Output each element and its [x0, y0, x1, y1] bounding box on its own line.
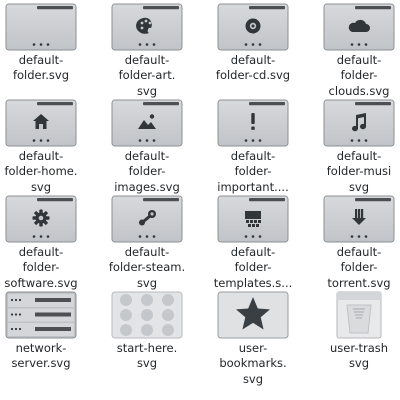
file-name-line: clouds.svg — [328, 83, 390, 98]
file-name-line: svg — [136, 83, 158, 98]
file-item[interactable]: default-folder-software.svg — [0, 195, 93, 291]
file-name-line: svg — [348, 356, 370, 371]
file-name-label: user-bookmarks. svg — [201, 341, 305, 387]
file-name-line: software.svg — [4, 275, 78, 290]
file-name-label: default-folder-cd.svg — [201, 53, 305, 84]
file-name-label: default-folder-art. svg — [95, 53, 199, 99]
file-name-label: default-folder-software.svg — [0, 245, 93, 291]
file-name-line: folder- — [128, 164, 166, 179]
folder-images-icon — [111, 99, 183, 147]
file-name-label: default-folder-home. svg — [0, 149, 93, 195]
file-name-label: default-folder-images.svg — [95, 149, 199, 195]
user-bookmarks-icon — [217, 291, 289, 339]
file-name-label: default-folder-steam. svg — [95, 245, 199, 291]
file-item[interactable]: default-folder-templates.s... — [201, 195, 305, 291]
file-name-line: default- — [336, 53, 382, 67]
file-item[interactable]: start-here. svg — [95, 291, 199, 387]
file-name-line: default- — [230, 149, 276, 163]
file-name-line: folder-steam. — [108, 260, 186, 275]
folder-plain-icon — [5, 3, 77, 51]
file-name-line: folder- — [234, 260, 272, 275]
folder-templates-icon — [217, 195, 289, 243]
file-name-line: images.svg — [114, 179, 180, 194]
file-name-label: start-here. svg — [95, 341, 199, 372]
file-item[interactable]: default-folder.svg — [0, 3, 93, 99]
file-name-line: folder- — [22, 260, 60, 275]
folder-steam-icon — [111, 195, 183, 243]
folder-clouds-icon — [323, 3, 395, 51]
file-name-label: default-folder-important.... — [201, 149, 305, 195]
file-item[interactable]: default-folder-clouds.svg — [307, 3, 400, 99]
file-name-line: folder-cd.svg — [215, 68, 291, 83]
file-name-line: default- — [336, 245, 382, 259]
file-name-line: start-here. — [116, 341, 178, 355]
file-item[interactable]: user-trash svg — [307, 291, 400, 387]
file-name-line: folder-musi — [326, 164, 392, 179]
file-name-line: default- — [18, 149, 64, 163]
file-name-line: server.svg — [11, 356, 71, 371]
file-name-line: svg — [30, 179, 52, 194]
file-name-label: default-folder-clouds.svg — [307, 53, 400, 99]
file-item[interactable]: user-bookmarks. svg — [201, 291, 305, 387]
file-item[interactable]: default-folder-art. svg — [95, 3, 199, 99]
file-name-line: templates.s... — [213, 275, 293, 290]
file-name-line: user- — [238, 341, 268, 355]
file-name-line: folder-art. — [118, 68, 176, 83]
file-name-label: user-trash svg — [307, 341, 400, 372]
file-name-line: svg — [136, 275, 158, 290]
file-item[interactable]: default-folder-steam. svg — [95, 195, 199, 291]
file-name-line: folder.svg — [12, 68, 70, 83]
file-item[interactable]: default-folder-torrent.svg — [307, 195, 400, 291]
file-name-line: folder-home. — [4, 164, 78, 179]
file-name-line: folder- — [340, 260, 378, 275]
folder-art-icon — [111, 3, 183, 51]
file-item[interactable]: default-folder-musi svg — [307, 99, 400, 195]
file-name-label: default-folder-musi svg — [307, 149, 400, 195]
file-name-line: svg — [136, 356, 158, 371]
file-name-line: important.... — [217, 179, 289, 194]
file-name-line: folder- — [340, 68, 378, 83]
file-name-line: default- — [230, 245, 276, 259]
file-name-label: default-folder-torrent.svg — [307, 245, 400, 291]
folder-music-icon — [323, 99, 395, 147]
file-item[interactable]: default-folder-images.svg — [95, 99, 199, 195]
file-item[interactable]: default-folder-cd.svg — [201, 3, 305, 99]
file-item[interactable]: default-folder-home. svg — [0, 99, 93, 195]
file-name-line: svg — [242, 371, 264, 386]
file-name-line: default- — [124, 245, 170, 259]
file-name-line: svg — [348, 179, 370, 194]
file-name-line: default- — [230, 53, 276, 67]
file-name-line: network- — [15, 341, 67, 355]
file-name-line: torrent.svg — [327, 275, 391, 290]
file-name-line: default- — [124, 53, 170, 67]
network-server-icon — [5, 291, 77, 339]
file-name-line: user-trash — [329, 341, 389, 355]
file-name-label: default-folder-templates.s... — [201, 245, 305, 291]
folder-home-icon — [5, 99, 77, 147]
file-name-line: default- — [336, 149, 382, 163]
file-name-line: bookmarks. — [219, 356, 287, 371]
folder-important-icon — [217, 99, 289, 147]
file-name-line: default- — [18, 53, 64, 67]
file-name-label: default-folder.svg — [0, 53, 93, 84]
start-here-icon — [111, 291, 183, 339]
file-name-line: default- — [124, 149, 170, 163]
file-item[interactable]: default-folder-important.... — [201, 99, 305, 195]
file-name-line: folder- — [234, 164, 272, 179]
file-name-line: default- — [18, 245, 64, 259]
file-name-label: network-server.svg — [0, 341, 93, 372]
folder-cd-icon — [217, 3, 289, 51]
file-icon-grid: default-folder.svg default-folder-art. sv… — [0, 0, 400, 400]
folder-software-icon — [5, 195, 77, 243]
user-trash-icon — [323, 291, 395, 339]
file-item[interactable]: network-server.svg — [0, 291, 93, 387]
folder-torrent-icon — [323, 195, 395, 243]
